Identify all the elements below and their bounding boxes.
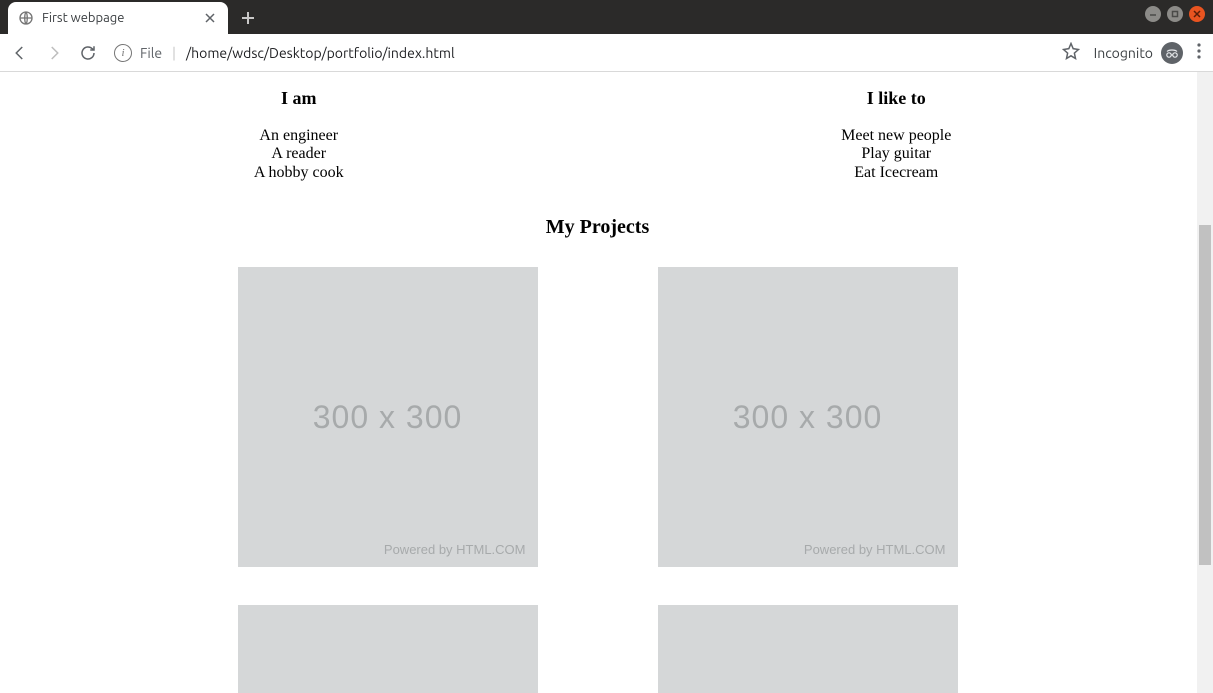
kebab-menu-icon[interactable]: [1197, 43, 1201, 63]
about-right-item: Play guitar: [598, 145, 1196, 163]
scrollbar-thumb[interactable]: [1199, 225, 1211, 565]
about-left-item: An engineer: [0, 127, 598, 145]
project-placeholder: 300 x 300 Powered by HTML.COM: [658, 267, 958, 567]
url-scheme: File: [140, 45, 162, 61]
site-info-icon[interactable]: i: [114, 44, 132, 62]
incognito-indicator[interactable]: Incognito: [1094, 42, 1183, 64]
browser-toolbar: i File | /home/wdsc/Desktop/portfolio/in…: [0, 34, 1213, 72]
url-path: /home/wdsc/Desktop/portfolio/index.html: [186, 45, 455, 61]
tab-title: First webpage: [42, 11, 124, 25]
new-tab-button[interactable]: [234, 4, 262, 32]
browser-tabstrip: First webpage: [0, 0, 1213, 34]
about-right-heading: I like to: [598, 88, 1196, 109]
incognito-icon: [1161, 42, 1183, 64]
about-left-heading: I am: [0, 88, 598, 109]
about-right-item: Meet new people: [598, 127, 1196, 145]
window-maximize-button[interactable]: [1167, 6, 1183, 22]
about-left-item: A reader: [0, 145, 598, 163]
project-placeholder: 300 x 300 Powered by HTML.COM: [238, 267, 538, 567]
toolbar-right-actions: Incognito: [1062, 42, 1205, 64]
project-placeholder: 300 x 300 Powered by HTML.COM: [658, 605, 958, 693]
project-placeholder: 300 x 300 Powered by HTML.COM: [238, 605, 538, 693]
vertical-scrollbar[interactable]: [1197, 72, 1213, 693]
placeholder-powered-by: Powered by HTML.COM: [804, 542, 946, 557]
about-right-column: I like to Meet new people Play guitar Ea…: [598, 88, 1196, 182]
about-left-column: I am An engineer A reader A hobby cook: [0, 88, 598, 182]
address-bar[interactable]: i File | /home/wdsc/Desktop/portfolio/in…: [110, 39, 1052, 67]
window-close-button[interactable]: [1189, 6, 1205, 22]
back-button[interactable]: [8, 41, 32, 65]
placeholder-powered-by: Powered by HTML.COM: [384, 542, 526, 557]
projects-heading: My Projects: [0, 216, 1195, 239]
globe-icon: [18, 10, 34, 26]
placeholder-dimensions: 300 x 300: [733, 399, 883, 436]
url-separator: |: [172, 45, 176, 61]
bookmark-star-icon[interactable]: [1062, 42, 1080, 64]
projects-grid: 300 x 300 Powered by HTML.COM 300 x 300 …: [0, 267, 1195, 693]
placeholder-dimensions: 300 x 300: [313, 399, 463, 436]
about-right-item: Eat Icecream: [598, 164, 1196, 182]
page-content: I am An engineer A reader A hobby cook I…: [0, 72, 1195, 693]
about-left-item: A hobby cook: [0, 164, 598, 182]
incognito-label: Incognito: [1094, 45, 1153, 61]
projects-row: 300 x 300 Powered by HTML.COM 300 x 300 …: [238, 605, 958, 693]
browser-tab-active[interactable]: First webpage: [8, 2, 228, 34]
reload-button[interactable]: [76, 41, 100, 65]
about-columns: I am An engineer A reader A hobby cook I…: [0, 72, 1195, 182]
window-controls: [1145, 0, 1213, 28]
window-minimize-button[interactable]: [1145, 6, 1161, 22]
browser-viewport: I am An engineer A reader A hobby cook I…: [0, 72, 1213, 693]
forward-button[interactable]: [42, 41, 66, 65]
close-tab-icon[interactable]: [202, 10, 218, 26]
projects-row: 300 x 300 Powered by HTML.COM 300 x 300 …: [238, 267, 958, 567]
